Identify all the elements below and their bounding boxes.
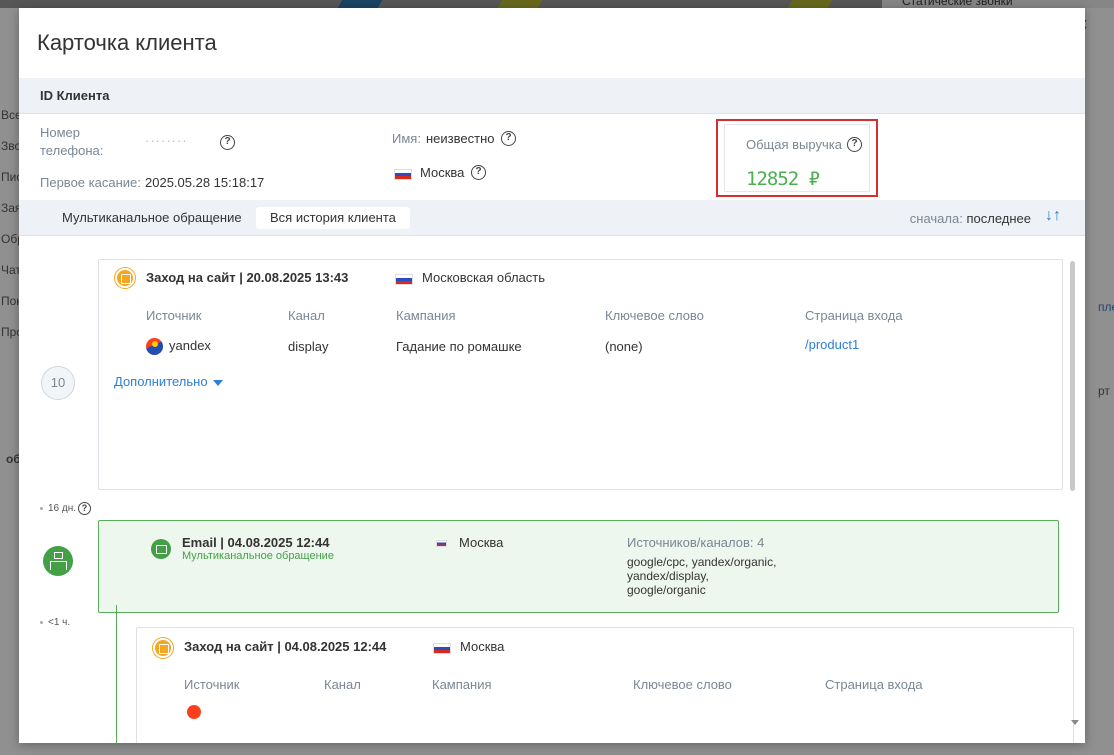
help-icon[interactable]: ? [847,137,862,152]
time-gap: 16 дн.? [40,502,92,515]
sources-line: yandex/display, [627,569,709,583]
source-value-text: yandex [169,338,211,353]
event-title: Заход на сайт | 04.08.2025 12:44 [184,639,387,654]
column-header: Ключевое слово [605,308,704,323]
timeline: 10 Заход на сайт | 20.08.2025 13:43 Моск… [19,236,1085,743]
event-subtitle: Мультиканальное обращение [182,550,334,562]
gap-dot [40,620,43,624]
sort-label: сначала: [909,211,963,226]
sort-order-icon[interactable]: ↓↑ [1045,207,1061,225]
client-id-bar: ID Клиента [19,78,1085,114]
russia-flag-icon [394,169,412,180]
phone-value: ········ [145,133,188,148]
help-icon[interactable]: ? [78,502,92,515]
client-card-modal: Карточка клиента ID Клиента Номер телефо… [19,8,1085,743]
column-header: Страница входа [805,308,903,323]
help-icon[interactable]: ? [220,135,235,150]
phone-label-line: Номер [40,125,81,140]
channel-value: display [288,339,329,354]
scroll-down-arrow-icon[interactable] [1071,720,1079,725]
sources-line: google/organic [627,583,706,597]
event-count-badge: 10 [41,366,75,400]
column-header: Кампания [396,308,456,323]
revenue-highlight: Общая выручка ? 12852 ₽ [716,119,878,197]
timeline-connector [116,605,117,743]
yandex-icon [146,338,163,356]
tab-full-history[interactable]: Вся история клиента [256,207,410,229]
help-icon[interactable]: ? [471,165,486,180]
campaign-value: Гадание по ромашке [396,339,522,354]
column-header: Источник [184,677,240,692]
email-icon [151,539,171,559]
event-region: Московская область [422,270,546,285]
revenue-value: 12852 ₽ [746,168,820,190]
first-touch-value: 2025.05.28 15:18:17 [145,175,265,190]
timeline-scrollbar[interactable] [1067,236,1078,743]
event-card-site-visit: Заход на сайт | 04.08.2025 12:44 Москва … [136,627,1074,743]
chevron-down-icon [212,379,223,386]
event-region: Москва [459,535,504,550]
more-details-toggle[interactable]: Дополнительно [114,374,223,389]
name-label: Имя: [392,131,421,146]
column-header: Кампания [432,677,492,692]
event-card-site-visit: Заход на сайт | 20.08.2025 13:43 Московс… [98,259,1063,490]
event-title: Заход на сайт | 20.08.2025 13:43 [146,270,349,285]
russia-flag-icon [436,540,447,547]
column-header: Ключевое слово [633,677,732,692]
keyword-value: (none) [605,339,643,354]
event-region: Москва [460,639,505,654]
city-value: Москва [420,165,465,180]
event-title: Email | 04.08.2025 12:44 [182,535,330,550]
revenue-label: Общая выручка [746,137,842,152]
website-icon [153,638,173,658]
russia-flag-icon [395,274,413,285]
phone-label-line: телефона: [40,143,104,158]
time-gap: <1 ч. [40,617,70,628]
landing-page-link[interactable]: /product1 [805,337,859,352]
sources-line: google/cpc, yandex/organic, [627,555,777,569]
scrollbar-thumb[interactable] [1070,261,1075,491]
event-card-email: Email | 04.08.2025 12:44 Мультиканальное… [98,520,1059,613]
modal-title: Карточка клиента [37,30,217,55]
name-value: неизвестно [426,131,495,146]
source-icon [187,705,201,719]
first-touch-label: Первое касание: [40,175,141,190]
sort-control[interactable]: сначала: последнее [910,211,1031,226]
time-gap-label: 16 дн. [48,503,77,515]
column-header: Канал [288,308,325,323]
time-gap-label: <1 ч. [48,617,71,628]
sources-list: google/cpc, yandex/organic, yandex/displ… [627,555,776,597]
revenue-panel: Общая выручка ? 12852 ₽ [724,124,870,192]
history-tabs-bar: Мультиканальное обращение Вся история кл… [19,200,1085,236]
phone-label: Номер телефона: [40,124,103,160]
column-header: Страница входа [825,677,923,692]
website-icon [115,268,135,288]
russia-flag-icon [433,643,451,654]
multichannel-node-icon [43,546,73,576]
more-details-label: Дополнительно [114,374,208,389]
source-value: yandex [146,338,211,356]
sort-value: последнее [966,211,1031,226]
column-header: Канал [324,677,361,692]
help-icon[interactable]: ? [501,131,516,146]
gap-dot [40,507,43,510]
tab-multichannel[interactable]: Мультиканальное обращение [48,207,256,229]
revenue-label-text: Общая выручка [746,137,842,152]
column-header: Источник [146,308,202,323]
sources-count: Источников/каналов: 4 [627,535,765,550]
